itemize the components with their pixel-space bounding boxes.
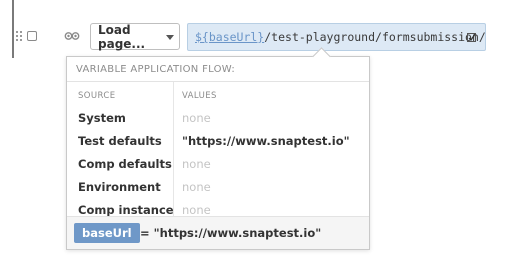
source-label: Comp instance <box>78 203 174 217</box>
table-row: System none <box>67 107 369 130</box>
variable-flow-popover: VARIABLE APPLICATION FLOW: SOURCE VALUES… <box>66 47 370 250</box>
test-step-editor: Load page... ${baseUrl}/test-playground/… <box>0 0 506 267</box>
drag-handle-icon[interactable] <box>16 31 22 41</box>
resolved-value: = "https://www.snaptest.io" <box>140 226 322 240</box>
step-checkbox[interactable] <box>27 31 37 41</box>
eye-icon[interactable] <box>64 30 80 42</box>
resolved-value-footer: baseUrl = "https://www.snaptest.io" <box>67 216 369 249</box>
divider <box>67 81 369 82</box>
source-value: none <box>182 180 211 194</box>
url-path: /test-playground/formsubmission/ <box>264 30 486 44</box>
table-row: Environment none <box>67 176 369 199</box>
table-row: Test defaults "https://www.snaptest.io" <box>67 130 369 153</box>
variable-chip: baseUrl <box>74 223 140 243</box>
source-label: Environment <box>78 180 161 194</box>
column-header-source: SOURCE <box>78 91 116 101</box>
step-indent-bar <box>12 0 14 58</box>
source-value: none <box>182 203 211 217</box>
column-header-values: VALUES <box>182 91 217 101</box>
table-row: Comp defaults none <box>67 153 369 176</box>
action-select[interactable]: Load page... <box>90 23 180 51</box>
source-value: "https://www.snaptest.io" <box>182 134 350 148</box>
edit-icon[interactable] <box>467 33 476 42</box>
source-label: Test defaults <box>78 134 162 148</box>
popover-title: VARIABLE APPLICATION FLOW: <box>76 64 236 75</box>
chevron-down-icon <box>166 35 174 40</box>
url-variable-link[interactable]: ${baseUrl} <box>195 30 264 44</box>
source-label: System <box>78 111 126 125</box>
source-value: none <box>182 157 211 171</box>
url-field[interactable]: ${baseUrl}/test-playground/formsubmissio… <box>187 23 486 51</box>
source-label: Comp defaults <box>78 157 172 171</box>
source-value: none <box>182 111 211 125</box>
